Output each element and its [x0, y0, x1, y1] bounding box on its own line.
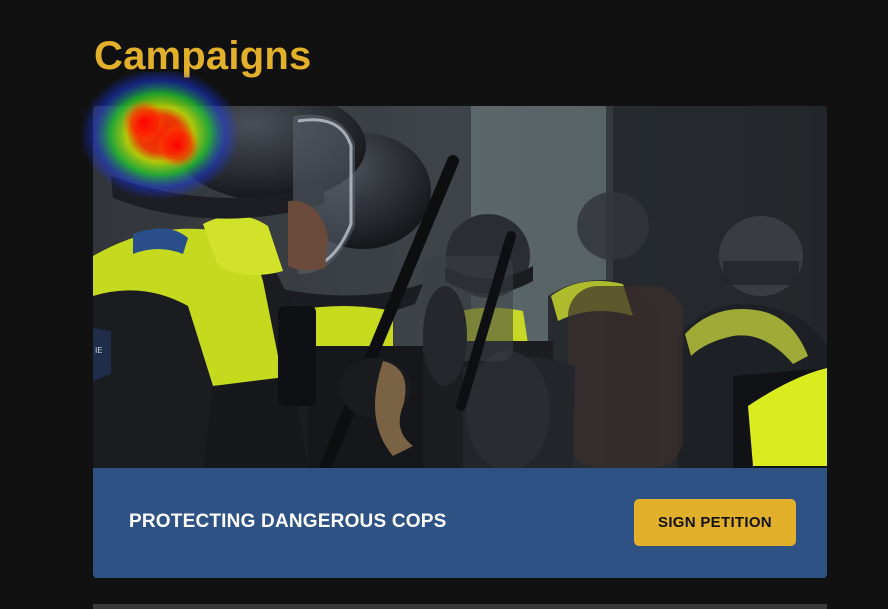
- section-title: Campaigns: [94, 34, 312, 78]
- page: Campaigns IE PROTECTING DANGEROUS COPS S…: [0, 0, 888, 609]
- campaign-image[interactable]: IE: [93, 106, 827, 468]
- campaign-title: PROTECTING DANGEROUS COPS: [129, 511, 447, 532]
- sign-petition-button[interactable]: SIGN PETITION: [634, 499, 796, 546]
- campaign-footer: PROTECTING DANGEROUS COPS SIGN PETITION: [93, 468, 827, 578]
- next-campaign-card-edge: [93, 604, 827, 609]
- campaign-card[interactable]: IE PROTECTING DANGEROUS COPS SIGN PETITI…: [93, 106, 827, 578]
- shoulder-badge-text: IE: [95, 346, 102, 355]
